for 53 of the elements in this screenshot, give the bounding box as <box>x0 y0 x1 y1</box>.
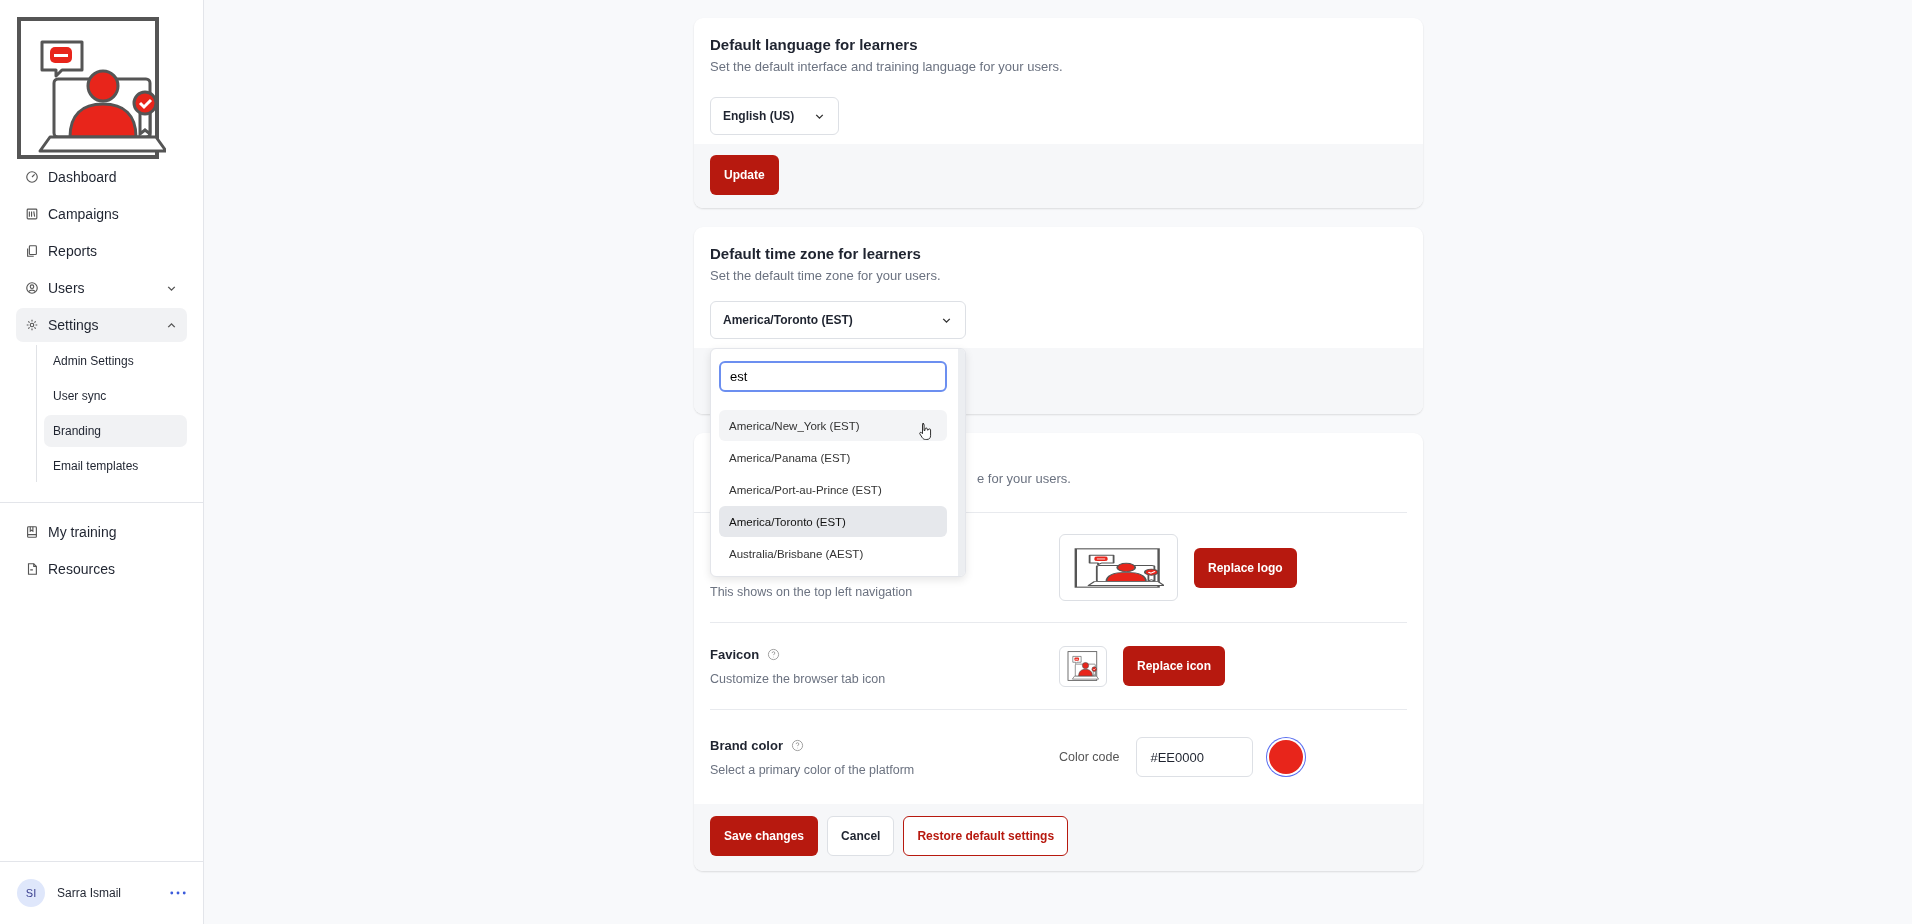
color-code-label: Color code <box>1059 750 1120 764</box>
document-icon <box>25 562 39 576</box>
card-description: e for your users. <box>977 471 1071 486</box>
nav-item[interactable]: Campaigns <box>16 197 187 231</box>
user-circle-icon <box>25 281 39 295</box>
nav-item[interactable]: Settings <box>16 308 187 342</box>
gear-icon <box>25 318 39 332</box>
timezone-select[interactable]: America/Toronto (EST) <box>710 301 966 339</box>
user-avatar: SI <box>17 879 45 907</box>
update-button[interactable]: Update <box>710 155 779 195</box>
columns-icon <box>25 207 39 221</box>
timezone-option[interactable]: America/New_York (EST) <box>719 410 947 441</box>
help-icon[interactable] <box>767 647 781 661</box>
timezone-option[interactable]: Australia/Brisbane (AEST) <box>719 538 947 569</box>
book-icon <box>25 525 39 539</box>
setting-description: Select a primary color of the platform <box>710 762 916 777</box>
action-button[interactable]: Restore default settings <box>903 816 1069 856</box>
hand-cursor-icon <box>918 422 933 441</box>
nav-item[interactable]: Dashboard <box>16 160 187 194</box>
nav-subitem[interactable]: Email templates <box>44 450 187 482</box>
nav-item[interactable]: My training <box>16 515 187 549</box>
card-description: Set the default time zone for your users. <box>710 268 942 283</box>
gauge-icon <box>25 170 39 184</box>
nav-item[interactable]: Reports <box>16 234 187 268</box>
color-swatch[interactable] <box>1269 740 1304 774</box>
timezone-option[interactable]: America/Toronto (EST) <box>719 506 947 537</box>
nav-subitem[interactable]: Branding <box>44 415 187 447</box>
replace-icon-button[interactable]: Replace icon <box>1123 646 1226 686</box>
color-code-field[interactable]: #EE0000 <box>1136 737 1254 777</box>
card-description: Set the default interface and training language for your users. <box>710 59 1064 74</box>
setting-description: This shows on the top left navigation <box>710 585 914 599</box>
timezone-option[interactable]: America/Panama (EST) <box>719 442 947 473</box>
action-button[interactable]: Cancel <box>827 816 895 856</box>
setting-description: Customize the browser tab icon <box>710 671 887 686</box>
setting-title: Brand color <box>710 737 783 753</box>
action-button[interactable]: Save changes <box>710 816 819 856</box>
card-title: Default language for learners <box>710 36 919 53</box>
language-select[interactable]: English (US) <box>710 97 839 135</box>
documents-icon <box>25 244 39 258</box>
scrollbar[interactable] <box>958 349 965 576</box>
nav-item[interactable]: Resources <box>16 552 187 586</box>
favicon-preview <box>1059 645 1107 687</box>
help-icon[interactable] <box>790 738 804 752</box>
timezone-option[interactable]: America/Port-au-Prince (EST) <box>719 474 947 505</box>
nav-subitem[interactable]: User sync <box>44 380 187 412</box>
user-name: Sarra Ismail <box>57 886 122 900</box>
more-icon[interactable] <box>170 891 186 895</box>
search-field[interactable]: est <box>719 361 947 392</box>
nav-subitem[interactable]: Admin Settings <box>44 345 187 377</box>
setting-title: Favicon <box>710 646 760 662</box>
nav-item[interactable]: Users <box>16 271 187 305</box>
replace-logo-button[interactable]: Replace logo <box>1194 547 1297 588</box>
card-title: Default time zone for learners <box>710 245 922 262</box>
